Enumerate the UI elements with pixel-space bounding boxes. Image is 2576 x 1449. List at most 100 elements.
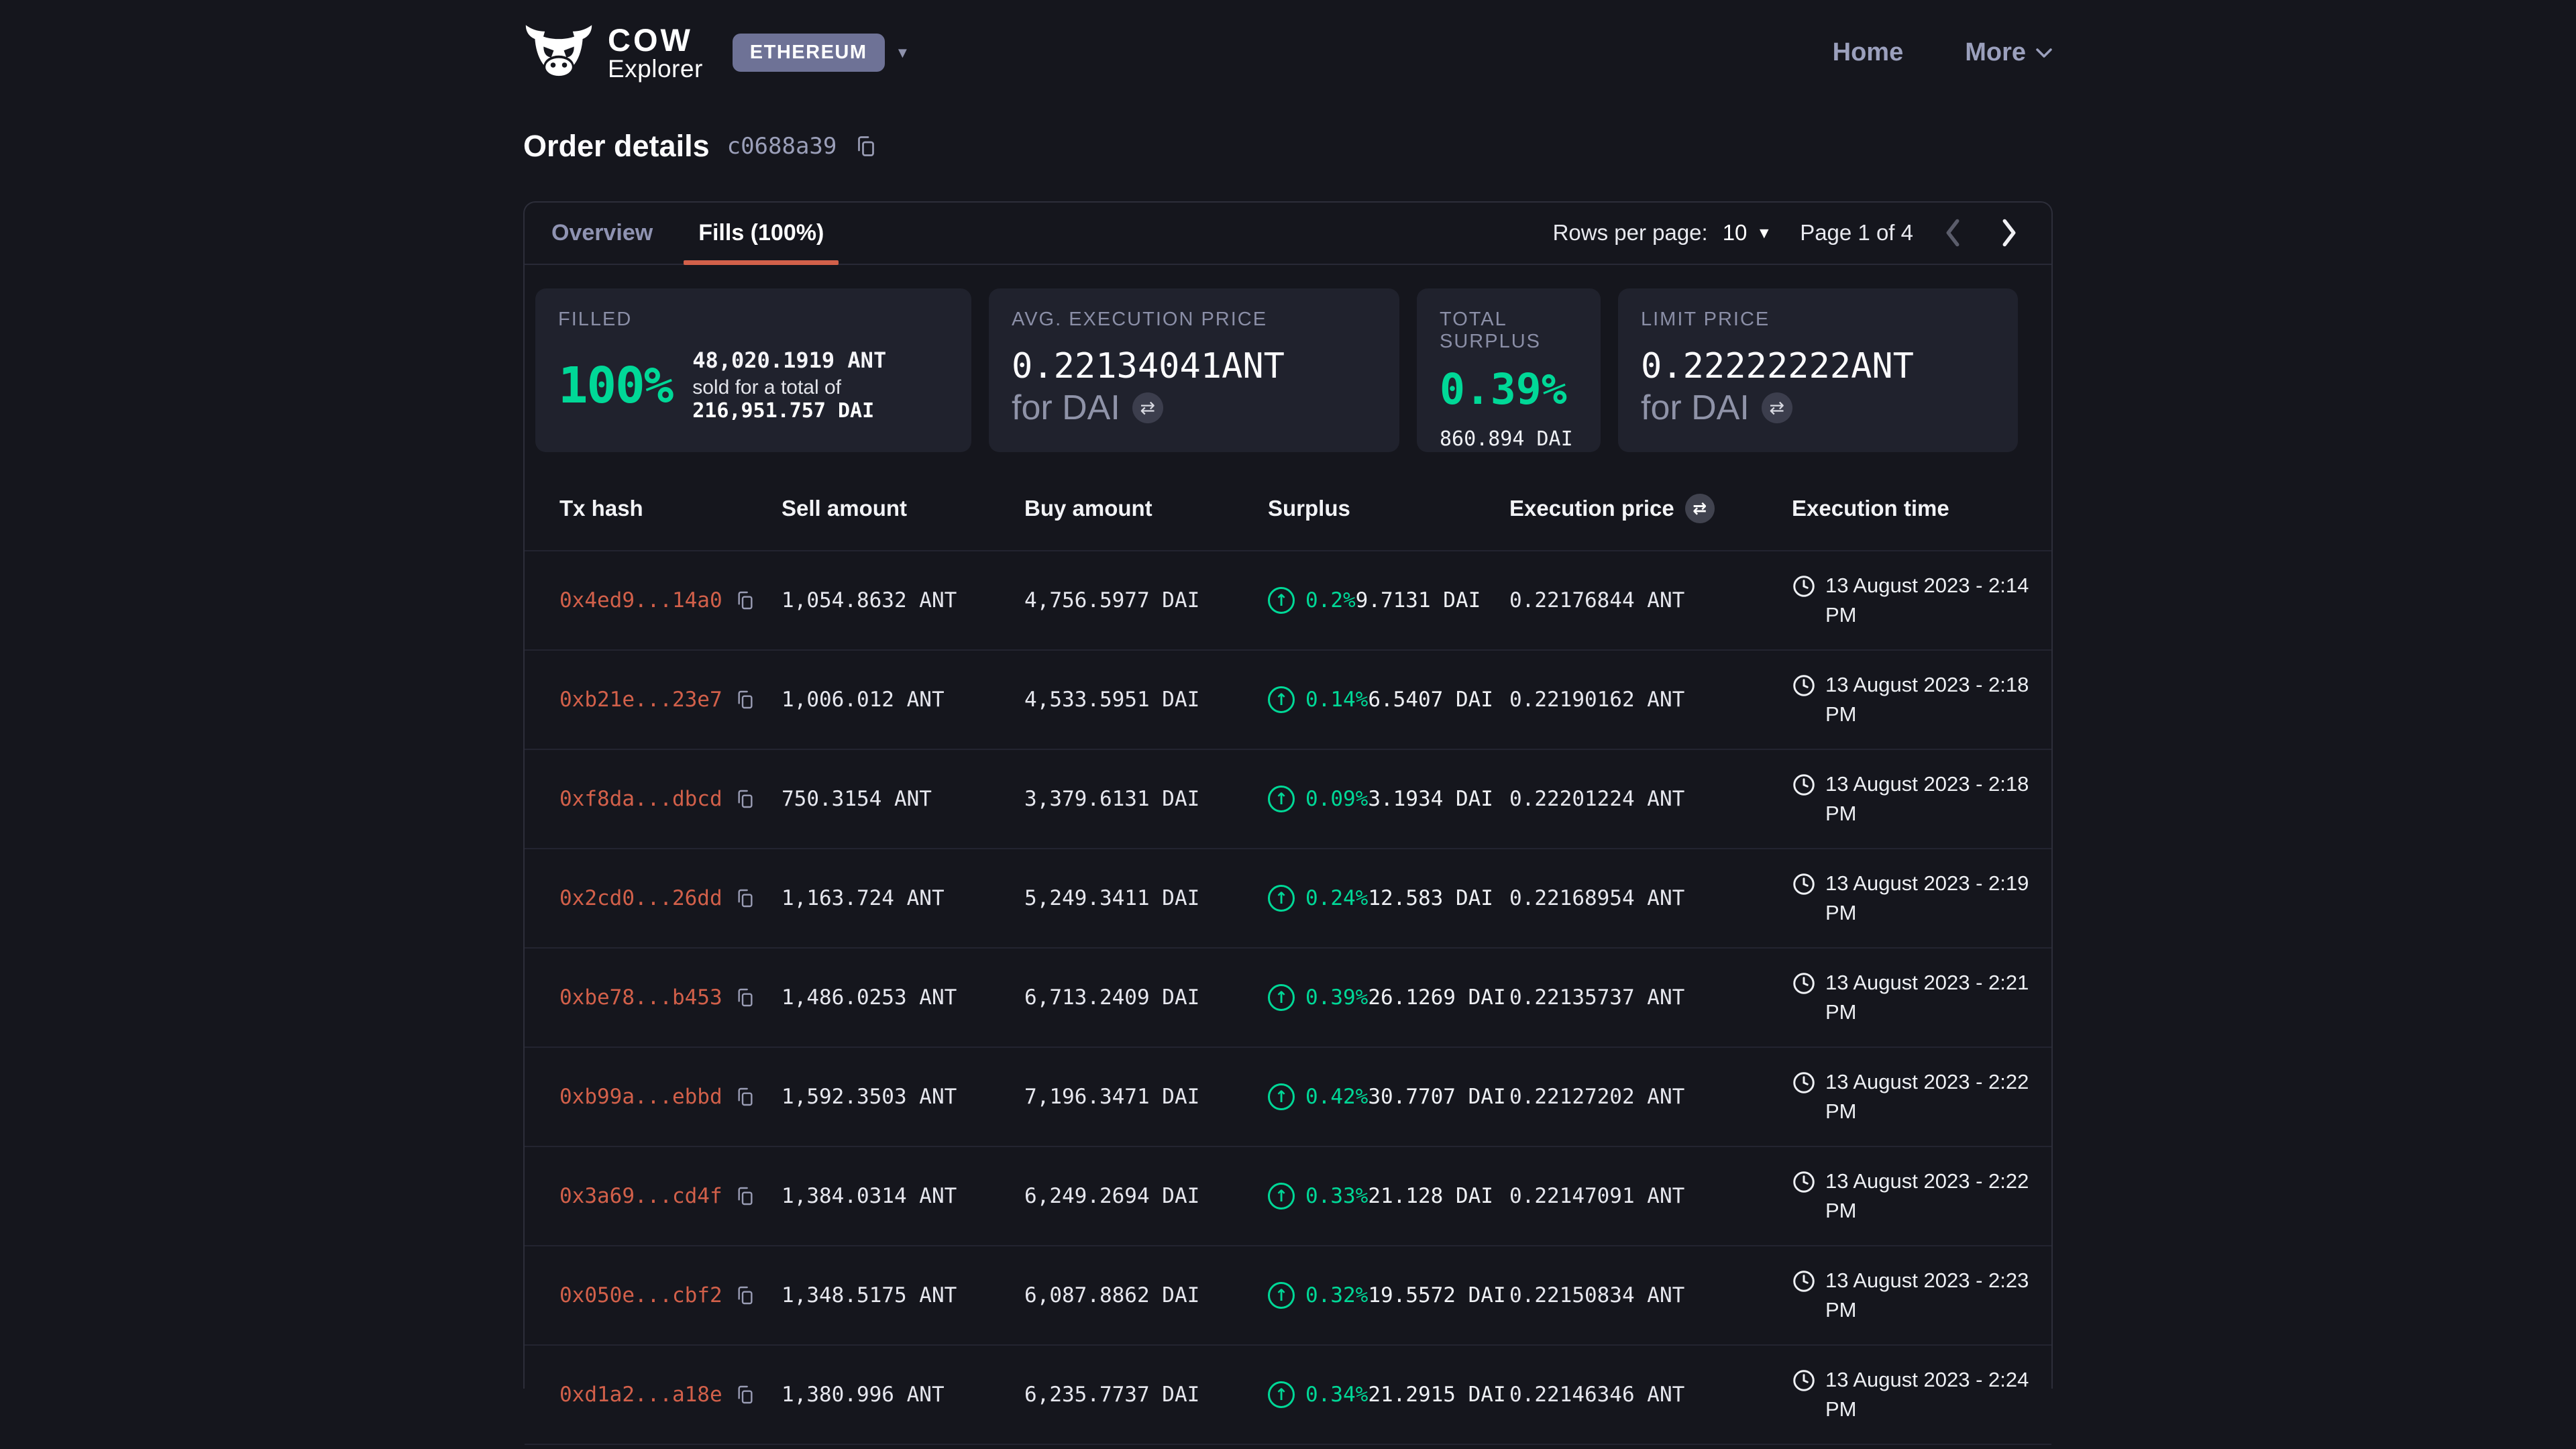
tx-hash-link[interactable]: 0xb21e...23e7 <box>559 688 722 712</box>
cow-explorer-logo[interactable]: COW Explorer <box>523 24 703 82</box>
clock-icon <box>1792 1266 1816 1293</box>
tx-hash-link[interactable]: 0xb99a...ebbd <box>559 1085 722 1109</box>
surplus-up-icon: ↑ <box>1268 686 1295 713</box>
copy-icon <box>735 987 756 1008</box>
copy-tx-hash-button[interactable] <box>735 1285 756 1306</box>
invert-price-button[interactable]: ⇄ <box>1132 392 1163 423</box>
tab-overview-label: Overview <box>551 220 653 246</box>
clock-icon <box>1792 1067 1816 1095</box>
copy-tx-hash-button[interactable] <box>735 1185 756 1207</box>
surplus-cell: ↑ 0.39%26.1269 DAI <box>1268 984 1509 1011</box>
execution-time-cell: 13 August 2023 - 2:22 PM <box>1792 1067 2031 1126</box>
tab-fills-label: Fills (100%) <box>698 220 824 246</box>
tx-hash-link[interactable]: 0xf8da...dbcd <box>559 787 722 811</box>
limit-price-label: LIMIT PRICE <box>1641 309 1995 331</box>
tx-hash-link[interactable]: 0x2cd0...26dd <box>559 886 722 910</box>
page-title: Order details <box>523 129 710 164</box>
nav-home-label: Home <box>1833 38 1904 67</box>
copy-tx-hash-button[interactable] <box>735 1384 756 1405</box>
clock-icon <box>1792 571 1816 598</box>
surplus-cell: ↑ 0.2%9.7131 DAI <box>1268 587 1509 614</box>
nav-item-more[interactable]: More <box>1965 38 2053 67</box>
filled-amount: 48,020.1919 ANT <box>692 348 949 373</box>
copy-tx-hash-button[interactable] <box>735 788 756 810</box>
surplus-up-icon: ↑ <box>1268 1282 1295 1309</box>
tab-bar: Overview Fills (100%) Rows per page: 10 … <box>525 203 2051 265</box>
tab-fills[interactable]: Fills (100%) <box>684 203 839 264</box>
copy-tx-hash-button[interactable] <box>735 590 756 611</box>
buy-amount-cell: 5,249.3411 DAI <box>1024 886 1268 910</box>
chevron-down-icon <box>2035 47 2053 59</box>
surplus-amount: 9.7131 DAI <box>1356 588 1481 612</box>
tx-hash-link[interactable]: 0x3a69...cd4f <box>559 1184 722 1208</box>
tab-overview[interactable]: Overview <box>537 203 667 264</box>
chevron-down-icon: ▼ <box>896 44 910 62</box>
next-page-button[interactable] <box>1998 217 2021 248</box>
surplus-percent: 0.32% <box>1305 1283 1368 1307</box>
copy-order-id-button[interactable] <box>854 134 878 158</box>
tx-hash-link[interactable]: 0xd1a2...a18e <box>559 1383 722 1407</box>
copy-tx-hash-button[interactable] <box>735 689 756 710</box>
copy-icon <box>854 134 878 158</box>
execution-price-cell: 0.22168954 ANT <box>1509 886 1792 910</box>
network-badge[interactable]: ETHEREUM <box>733 34 885 72</box>
nav-item-home[interactable]: Home <box>1833 38 1904 67</box>
table-row: 0xf8da...dbcd 750.3154 ANT 3,379.6131 DA… <box>525 750 2051 849</box>
sell-amount-cell: 1,380.996 ANT <box>782 1383 1024 1407</box>
network-selector[interactable]: ETHEREUM ▼ <box>733 34 910 72</box>
order-id: c0688a39 <box>727 133 837 160</box>
buy-amount-cell: 6,713.2409 DAI <box>1024 985 1268 1010</box>
column-execution-price: Execution price <box>1509 496 1674 521</box>
column-surplus: Surplus <box>1268 496 1509 521</box>
pagination-controls: Rows per page: 10 ▼ Page 1 of 4 <box>1553 203 2051 264</box>
copy-tx-hash-button[interactable] <box>735 1086 756 1108</box>
copy-tx-hash-button[interactable] <box>735 888 756 909</box>
avg-execution-price-unit: for DAI <box>1012 387 1120 429</box>
copy-icon <box>735 689 756 710</box>
invert-execution-price-button[interactable]: ⇄ <box>1685 494 1715 523</box>
surplus-amount: 21.2915 DAI <box>1368 1383 1505 1407</box>
buy-amount-cell: 4,533.5951 DAI <box>1024 688 1268 712</box>
surplus-percent: 0.34% <box>1305 1383 1368 1407</box>
table-body: 0x4ed9...14a0 1,054.8632 ANT 4,756.5977 … <box>525 551 2051 1445</box>
previous-page-button[interactable] <box>1941 217 1964 248</box>
surplus-percent: 0.09% <box>1305 787 1368 811</box>
execution-time-cell: 13 August 2023 - 2:19 PM <box>1792 869 2031 927</box>
surplus-cell: ↑ 0.33%21.128 DAI <box>1268 1183 1509 1210</box>
sell-amount-cell: 1,163.724 ANT <box>782 886 1024 910</box>
sell-amount-cell: 750.3154 ANT <box>782 787 1024 811</box>
rows-per-page-select[interactable]: 10 ▼ <box>1723 220 1772 246</box>
execution-price-cell: 0.22190162 ANT <box>1509 688 1792 712</box>
surplus-up-icon: ↑ <box>1268 984 1295 1011</box>
copy-icon <box>735 888 756 909</box>
chevron-right-icon <box>1998 217 2021 248</box>
table-row: 0x4ed9...14a0 1,054.8632 ANT 4,756.5977 … <box>525 551 2051 651</box>
execution-time-cell: 13 August 2023 - 2:14 PM <box>1792 571 2031 629</box>
limit-price-unit: for DAI <box>1641 387 1750 429</box>
total-surplus-amount: 860.894 DAI <box>1440 427 1578 451</box>
execution-time-text: 13 August 2023 - 2:18 PM <box>1825 769 2031 828</box>
execution-time-text: 13 August 2023 - 2:22 PM <box>1825 1167 2031 1225</box>
copy-tx-hash-button[interactable] <box>735 987 756 1008</box>
invert-price-button[interactable]: ⇄ <box>1762 392 1792 423</box>
surplus-amount: 26.1269 DAI <box>1368 985 1505 1010</box>
execution-time-cell: 13 August 2023 - 2:21 PM <box>1792 968 2031 1026</box>
filled-sold-total: 216,951.757 DAI <box>692 399 874 423</box>
avg-execution-price-card: AVG. EXECUTION PRICE 0.22134041ANT for D… <box>989 288 1399 452</box>
table-row: 0xb99a...ebbd 1,592.3503 ANT 7,196.3471 … <box>525 1048 2051 1147</box>
filled-sold-prefix: sold for a total of <box>692 376 841 398</box>
clock-icon <box>1792 1167 1816 1194</box>
tx-hash-link[interactable]: 0x050e...cbf2 <box>559 1283 722 1307</box>
execution-price-cell: 0.22146346 ANT <box>1509 1383 1792 1407</box>
tx-hash-link[interactable]: 0x4ed9...14a0 <box>559 588 722 612</box>
nav-more-label: More <box>1965 38 2026 67</box>
tx-hash-link[interactable]: 0xbe78...b453 <box>559 985 722 1010</box>
clock-icon <box>1792 869 1816 896</box>
surplus-cell: ↑ 0.34%21.2915 DAI <box>1268 1381 1509 1408</box>
surplus-cell: ↑ 0.32%19.5572 DAI <box>1268 1282 1509 1309</box>
surplus-percent: 0.14% <box>1305 688 1368 712</box>
surplus-percent: 0.33% <box>1305 1184 1368 1208</box>
filled-label: FILLED <box>558 309 949 331</box>
clock-icon <box>1792 968 1816 996</box>
table-row: 0x3a69...cd4f 1,384.0314 ANT 6,249.2694 … <box>525 1147 2051 1246</box>
